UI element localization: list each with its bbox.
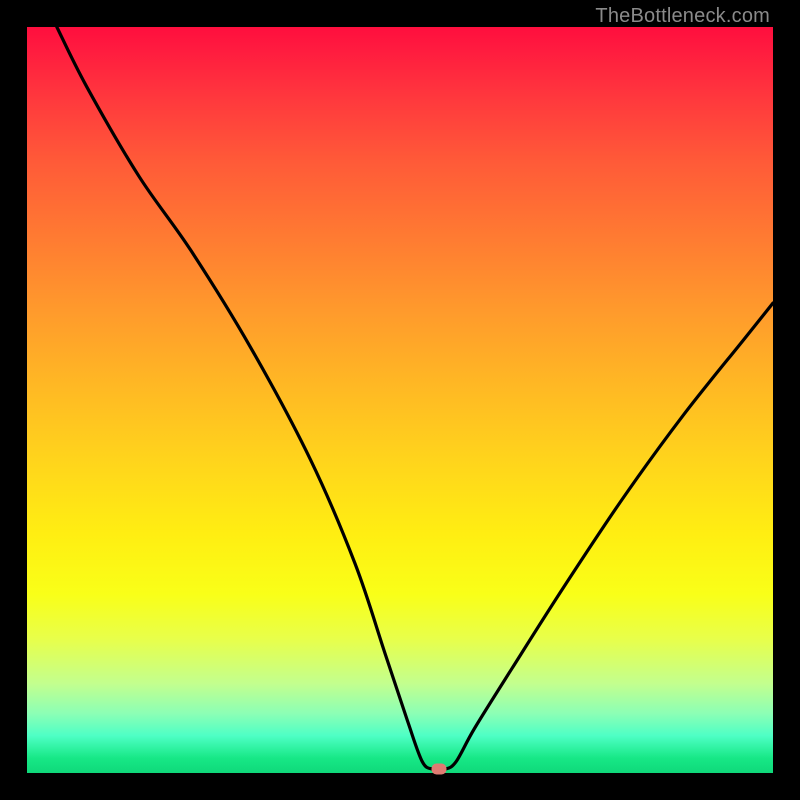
watermark-text: TheBottleneck.com — [595, 5, 770, 28]
chart-frame: TheBottleneck.com — [0, 0, 800, 800]
curve-svg — [27, 27, 773, 773]
bottleneck-curve — [57, 27, 773, 770]
plot-area — [27, 27, 773, 773]
min-marker — [431, 763, 446, 774]
